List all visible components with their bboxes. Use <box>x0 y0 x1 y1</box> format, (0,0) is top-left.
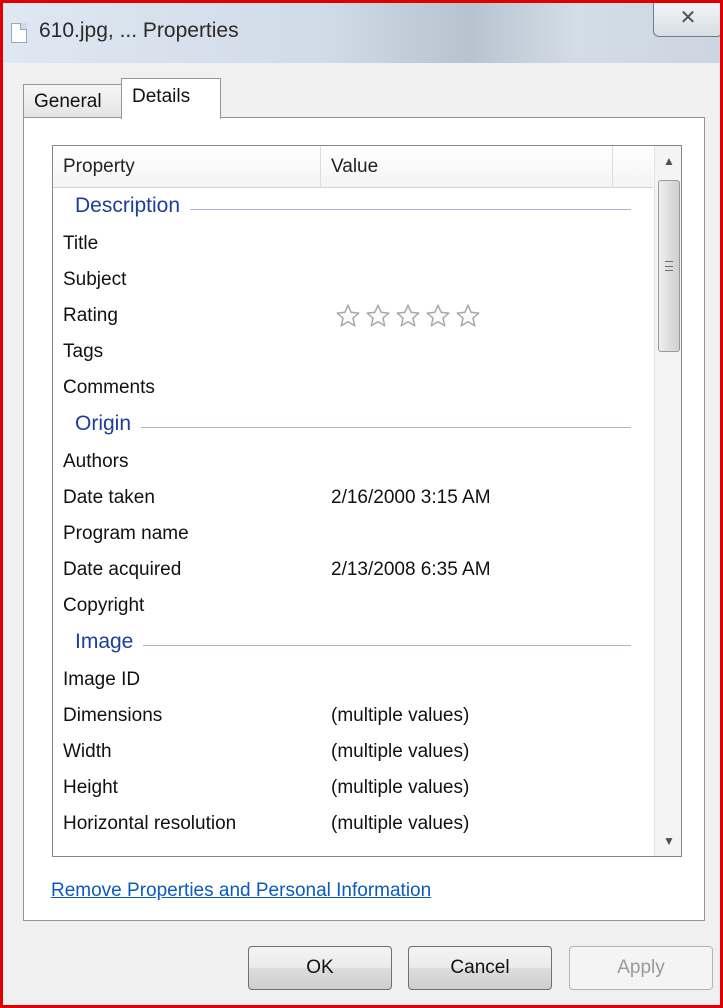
details-panel: Property Value Description Title Subject Ra… <box>23 117 705 921</box>
group-label: Origin <box>75 412 142 436</box>
property-name: Program name <box>63 523 189 544</box>
table-row[interactable]: Subject <box>53 262 653 298</box>
property-name: Height <box>63 777 118 798</box>
property-name: Dimensions <box>63 705 163 726</box>
table-row[interactable]: Height (multiple values) <box>53 770 653 806</box>
scroll-down-arrow-icon[interactable]: ▼ <box>655 826 681 856</box>
property-name: Rating <box>63 305 118 326</box>
property-name: Image ID <box>63 669 141 690</box>
property-name: Title <box>63 233 99 254</box>
property-value[interactable]: (multiple values) <box>331 705 469 727</box>
property-name: Date acquired <box>63 559 182 580</box>
property-name: Width <box>63 741 112 762</box>
rating-stars[interactable] <box>335 303 485 329</box>
ok-button[interactable]: OK <box>248 946 392 990</box>
star-icon[interactable] <box>395 303 421 329</box>
tab-general[interactable]: General <box>23 84 122 118</box>
group-divider <box>75 427 631 428</box>
property-value[interactable]: (multiple values) <box>331 741 469 763</box>
table-row[interactable]: Dimensions (multiple values) <box>53 698 653 734</box>
group-label: Description <box>75 194 191 218</box>
table-row[interactable]: Program name <box>53 516 653 552</box>
property-value[interactable]: (multiple values) <box>331 813 469 835</box>
list-header: Property Value <box>53 146 653 188</box>
property-name: Horizontal resolution <box>63 813 237 834</box>
column-header-value[interactable]: Value <box>321 146 613 188</box>
property-name: Tags <box>63 341 104 362</box>
property-rows: Description Title Subject Rating Tags Comment… <box>53 188 653 842</box>
star-icon[interactable] <box>425 303 451 329</box>
property-name: Comments <box>63 377 155 398</box>
property-name: Authors <box>63 451 129 472</box>
tab-details[interactable]: Details <box>121 78 221 119</box>
property-value[interactable]: 2/13/2008 6:35 AM <box>331 559 491 581</box>
table-row[interactable]: Authors <box>53 444 653 480</box>
table-row[interactable]: Date taken 2/16/2000 3:15 AM <box>53 480 653 516</box>
table-row[interactable]: Horizontal resolution (multiple values) <box>53 806 653 842</box>
group-label: Image <box>75 630 144 654</box>
grip-icon <box>665 261 673 271</box>
table-row[interactable]: Date acquired 2/13/2008 6:35 AM <box>53 552 653 588</box>
group-header: Image <box>53 624 653 662</box>
star-icon[interactable] <box>365 303 391 329</box>
table-row[interactable]: Width (multiple values) <box>53 734 653 770</box>
group-header: Description <box>53 188 653 226</box>
vertical-scrollbar[interactable]: ▲ ▼ <box>654 146 681 856</box>
property-value[interactable]: 2/16/2000 3:15 AM <box>331 487 491 509</box>
property-name: Subject <box>63 269 127 290</box>
title-bar[interactable]: 610.jpg, ... Properties ✕ <box>3 3 720 63</box>
remove-properties-link[interactable]: Remove Properties and Personal Informati… <box>51 880 431 902</box>
star-icon[interactable] <box>455 303 481 329</box>
close-button[interactable]: ✕ <box>653 3 720 37</box>
cancel-button[interactable]: Cancel <box>408 946 552 990</box>
column-header-property[interactable]: Property <box>53 146 321 188</box>
window-title: 610.jpg, ... Properties <box>39 19 239 42</box>
group-divider <box>75 645 631 646</box>
property-name: Date taken <box>63 487 155 508</box>
file-icon <box>11 23 27 43</box>
table-row[interactable]: Title <box>53 226 653 262</box>
group-header: Origin <box>53 406 653 444</box>
property-name: Copyright <box>63 595 145 616</box>
table-row[interactable]: Rating <box>53 298 653 334</box>
apply-button[interactable]: Apply <box>569 946 713 990</box>
star-icon[interactable] <box>335 303 361 329</box>
property-value[interactable]: (multiple values) <box>331 777 469 799</box>
table-row[interactable]: Copyright <box>53 588 653 624</box>
scroll-up-arrow-icon[interactable]: ▲ <box>655 146 681 176</box>
scroll-thumb[interactable] <box>658 180 680 352</box>
table-row[interactable]: Tags <box>53 334 653 370</box>
properties-window: 610.jpg, ... Properties ✕ General Detail… <box>0 0 723 1008</box>
table-row[interactable]: Image ID <box>53 662 653 698</box>
property-list[interactable]: Property Value Description Title Subject Ra… <box>52 145 682 857</box>
table-row[interactable]: Comments <box>53 370 653 406</box>
